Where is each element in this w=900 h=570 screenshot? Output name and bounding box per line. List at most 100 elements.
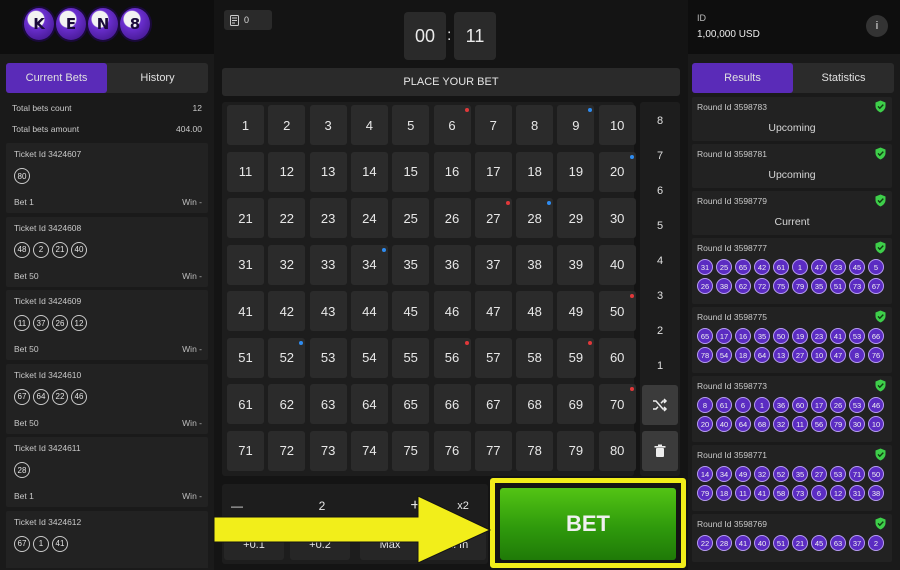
number-cell-25[interactable]: 25	[392, 198, 430, 238]
round-result-card[interactable]: Round Id 3598775 65 17 16 35 50 19 23 41 53 66 78 54…	[692, 307, 892, 373]
tab-results[interactable]: Results	[692, 63, 793, 93]
number-cell-58[interactable]: 58	[516, 337, 554, 378]
number-cell-75[interactable]: 75	[392, 430, 430, 471]
number-cell-10[interactable]: 10	[598, 105, 636, 145]
number-cell-59[interactable]: 59	[557, 337, 595, 378]
all-in-button[interactable]: All In	[426, 530, 486, 560]
ticket-card[interactable]: Ticket Id 3424611 28 Bet 1 Win -	[6, 437, 208, 507]
number-cell-69[interactable]: 69	[557, 384, 595, 424]
ticket-list[interactable]: Ticket Id 3424607 80 Bet 1 Win - Ticket Id 3…	[6, 143, 208, 568]
number-cell-80[interactable]: 80	[598, 430, 636, 471]
number-cell-42[interactable]: 42	[268, 291, 306, 331]
number-cell-4[interactable]: 4	[350, 105, 388, 145]
tab-current-bets[interactable]: Current Bets	[6, 63, 107, 93]
number-cell-9[interactable]: 9	[557, 105, 595, 145]
number-cell-3[interactable]: 3	[309, 105, 347, 145]
number-cell-31[interactable]: 31	[227, 244, 264, 285]
quick-add-0-1-button[interactable]: +0.1	[224, 530, 284, 560]
number-cell-27[interactable]: 27	[474, 198, 512, 238]
number-cell-17[interactable]: 17	[474, 151, 512, 192]
number-cell-41[interactable]: 41	[227, 291, 264, 331]
number-cell-71[interactable]: 71	[227, 430, 264, 471]
number-cell-48[interactable]: 48	[516, 291, 554, 331]
quick-add-0-2-button[interactable]: +0.2	[290, 530, 350, 560]
number-cell-11[interactable]: 11	[227, 151, 264, 192]
number-cell-20[interactable]: 20	[598, 151, 636, 192]
number-cell-52[interactable]: 52	[268, 337, 306, 378]
number-cell-43[interactable]: 43	[309, 291, 347, 331]
number-cell-49[interactable]: 49	[557, 291, 595, 331]
number-cell-8[interactable]: 8	[516, 105, 554, 145]
round-result-card[interactable]: Round Id 3598779 Current	[692, 191, 892, 235]
number-cell-16[interactable]: 16	[433, 151, 471, 192]
number-cell-36[interactable]: 36	[433, 244, 471, 285]
number-cell-29[interactable]: 29	[557, 198, 595, 238]
number-cell-37[interactable]: 37	[474, 244, 512, 285]
decrease-amount-button[interactable]: —	[222, 492, 252, 520]
number-cell-2[interactable]: 2	[268, 105, 306, 145]
number-cell-26[interactable]: 26	[433, 198, 471, 238]
number-cell-40[interactable]: 40	[598, 244, 636, 285]
ticket-card[interactable]: Ticket Id 3424607 80 Bet 1 Win -	[6, 143, 208, 213]
round-result-card[interactable]: Round Id 3598777 31 25 65 42 61 1 47 23 45 5 26 38 62…	[692, 238, 892, 304]
number-cell-60[interactable]: 60	[598, 337, 636, 378]
number-cell-18[interactable]: 18	[516, 151, 554, 192]
max-bet-button[interactable]: Max	[360, 530, 420, 560]
number-cell-74[interactable]: 74	[350, 430, 388, 471]
number-cell-7[interactable]: 7	[474, 105, 512, 145]
number-cell-57[interactable]: 57	[474, 337, 512, 378]
bet-amount-value[interactable]: 2	[292, 492, 352, 520]
number-cell-63[interactable]: 63	[309, 384, 347, 424]
round-result-card[interactable]: Round Id 3598769 22 28 41 40 51 21 45 63 37 2	[692, 514, 892, 562]
tab-statistics[interactable]: Statistics	[793, 63, 894, 93]
round-result-card[interactable]: Round Id 3598783 Upcoming	[692, 97, 892, 141]
info-button[interactable]: i	[866, 15, 888, 37]
number-cell-5[interactable]: 5	[392, 105, 430, 145]
number-cell-78[interactable]: 78	[516, 430, 554, 471]
number-cell-32[interactable]: 32	[268, 244, 306, 285]
number-cell-51[interactable]: 51	[227, 337, 264, 378]
number-cell-50[interactable]: 50	[598, 291, 636, 331]
number-cell-23[interactable]: 23	[309, 198, 347, 238]
round-result-card[interactable]: Round Id 3598771 14 34 49 32 52 35 27 53 71 50 79 18…	[692, 445, 892, 511]
number-cell-62[interactable]: 62	[268, 384, 306, 424]
number-cell-64[interactable]: 64	[350, 384, 388, 424]
ticket-card[interactable]: Ticket Id 3424612 67 1 41	[6, 510, 208, 568]
number-cell-73[interactable]: 73	[309, 430, 347, 471]
double-amount-button[interactable]: x2	[448, 492, 478, 520]
round-result-card[interactable]: Round Id 3598773 8 61 6 1 36 60 17 26 53 46 20 40 64 6…	[692, 376, 892, 442]
bet-button[interactable]: BET	[500, 488, 676, 560]
random-pick-button[interactable]	[642, 385, 678, 425]
number-cell-19[interactable]: 19	[557, 151, 595, 192]
number-cell-33[interactable]: 33	[309, 244, 347, 285]
number-cell-24[interactable]: 24	[350, 198, 388, 238]
ticket-card[interactable]: Ticket Id 3424610 67 64 22 46 Bet 50 Win -	[6, 363, 208, 434]
increase-amount-button[interactable]: +	[402, 492, 428, 520]
number-cell-21[interactable]: 21	[227, 198, 264, 238]
number-cell-53[interactable]: 53	[309, 337, 347, 378]
number-cell-28[interactable]: 28	[516, 198, 554, 238]
number-cell-67[interactable]: 67	[474, 384, 512, 424]
number-cell-76[interactable]: 76	[433, 430, 471, 471]
number-cell-66[interactable]: 66	[433, 384, 471, 424]
number-cell-15[interactable]: 15	[392, 151, 430, 192]
number-cell-54[interactable]: 54	[350, 337, 388, 378]
number-cell-44[interactable]: 44	[350, 291, 388, 331]
number-cell-39[interactable]: 39	[557, 244, 595, 285]
number-cell-61[interactable]: 61	[227, 384, 264, 424]
number-cell-34[interactable]: 34	[350, 244, 388, 285]
number-cell-38[interactable]: 38	[516, 244, 554, 285]
number-cell-22[interactable]: 22	[268, 198, 306, 238]
number-cell-56[interactable]: 56	[433, 337, 471, 378]
number-cell-68[interactable]: 68	[516, 384, 554, 424]
number-cell-65[interactable]: 65	[392, 384, 430, 424]
number-cell-14[interactable]: 14	[350, 151, 388, 192]
number-cell-72[interactable]: 72	[268, 430, 306, 471]
number-cell-47[interactable]: 47	[474, 291, 512, 331]
number-cell-12[interactable]: 12	[268, 151, 306, 192]
number-cell-35[interactable]: 35	[392, 244, 430, 285]
number-cell-70[interactable]: 70	[598, 384, 636, 424]
number-cell-45[interactable]: 45	[392, 291, 430, 331]
round-result-card[interactable]: Round Id 3598781 Upcoming	[692, 144, 892, 188]
ticket-card[interactable]: Ticket Id 3424608 48 2 21 40 Bet 50 Win -	[6, 216, 208, 287]
